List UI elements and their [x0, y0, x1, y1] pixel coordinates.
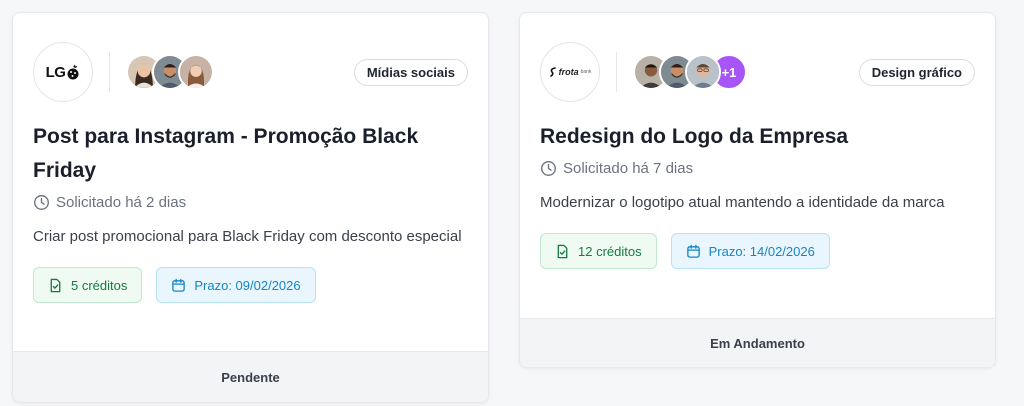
- deadline-badge: Prazo: 09/02/2026: [156, 267, 316, 303]
- deadline-badge: Prazo: 14/02/2026: [670, 233, 830, 269]
- document-check-icon: [557, 244, 568, 258]
- status-footer: Em Andamento: [520, 318, 995, 367]
- card-description: Criar post promocional para Black Friday…: [33, 228, 462, 245]
- header-divider: [109, 52, 110, 92]
- assignee-avatars: [126, 54, 214, 90]
- task-board: LG Mídias sociais Post para Instagram - …: [0, 0, 1024, 406]
- deadline-text: Prazo: 14/02/2026: [708, 243, 815, 259]
- card-chips: 12 créditos Prazo: 14/02/2026: [540, 233, 975, 269]
- requested-text: Solicitado há 2 dias: [56, 194, 187, 211]
- header-divider: [616, 52, 617, 92]
- avatar[interactable]: [685, 54, 721, 90]
- client-logo-text: frota: [558, 67, 579, 77]
- deadline-text: Prazo: 09/02/2026: [194, 277, 301, 293]
- card-header: LG Mídias sociais: [33, 42, 468, 102]
- client-logo: frota bank: [540, 42, 600, 102]
- card-header: frota bank +1 Design gráfico: [540, 42, 975, 102]
- card-body: LG Mídias sociais Post para Instagram - …: [13, 13, 488, 303]
- card-title: Redesign do Logo da Empresa: [540, 125, 849, 148]
- client-logo-text: LG: [45, 63, 66, 81]
- requested-time: Solicitado há 7 dias: [540, 160, 975, 177]
- client-logo: LG: [33, 42, 93, 102]
- card-description: Modernizar o logotipo atual mantendo a i…: [540, 194, 945, 211]
- calendar-icon: [172, 278, 186, 292]
- requested-time: Solicitado há 2 dias: [33, 194, 468, 211]
- frota-logo-icon: [549, 67, 556, 77]
- clock-icon: [541, 161, 556, 176]
- category-tag: Design gráfico: [858, 58, 975, 86]
- assignee-avatars: +1: [633, 54, 747, 90]
- document-check-icon: [50, 278, 61, 292]
- task-card[interactable]: frota bank +1 Design gráfico Redesign do…: [519, 12, 996, 368]
- task-card[interactable]: LG Mídias sociais Post para Instagram - …: [12, 12, 489, 403]
- client-logo-subtext: bank: [580, 69, 592, 75]
- status-footer: Pendente: [13, 351, 488, 402]
- credits-badge: 12 créditos: [540, 233, 657, 269]
- credits-text: 12 créditos: [578, 243, 642, 259]
- clock-icon: [34, 195, 49, 210]
- calendar-icon: [686, 244, 700, 258]
- credits-badge: 5 créditos: [33, 267, 143, 303]
- requested-text: Solicitado há 7 dias: [563, 160, 694, 177]
- category-tag: Mídias sociais: [353, 58, 468, 86]
- berry-icon: [67, 64, 79, 80]
- card-title: Post para Instagram - Promoção Black Fri…: [33, 125, 419, 182]
- avatar[interactable]: [178, 54, 214, 90]
- card-chips: 5 créditos Prazo: 09/02/2026: [33, 267, 468, 303]
- credits-text: 5 créditos: [71, 277, 128, 293]
- card-body: frota bank +1 Design gráfico Redesign do…: [520, 13, 995, 269]
